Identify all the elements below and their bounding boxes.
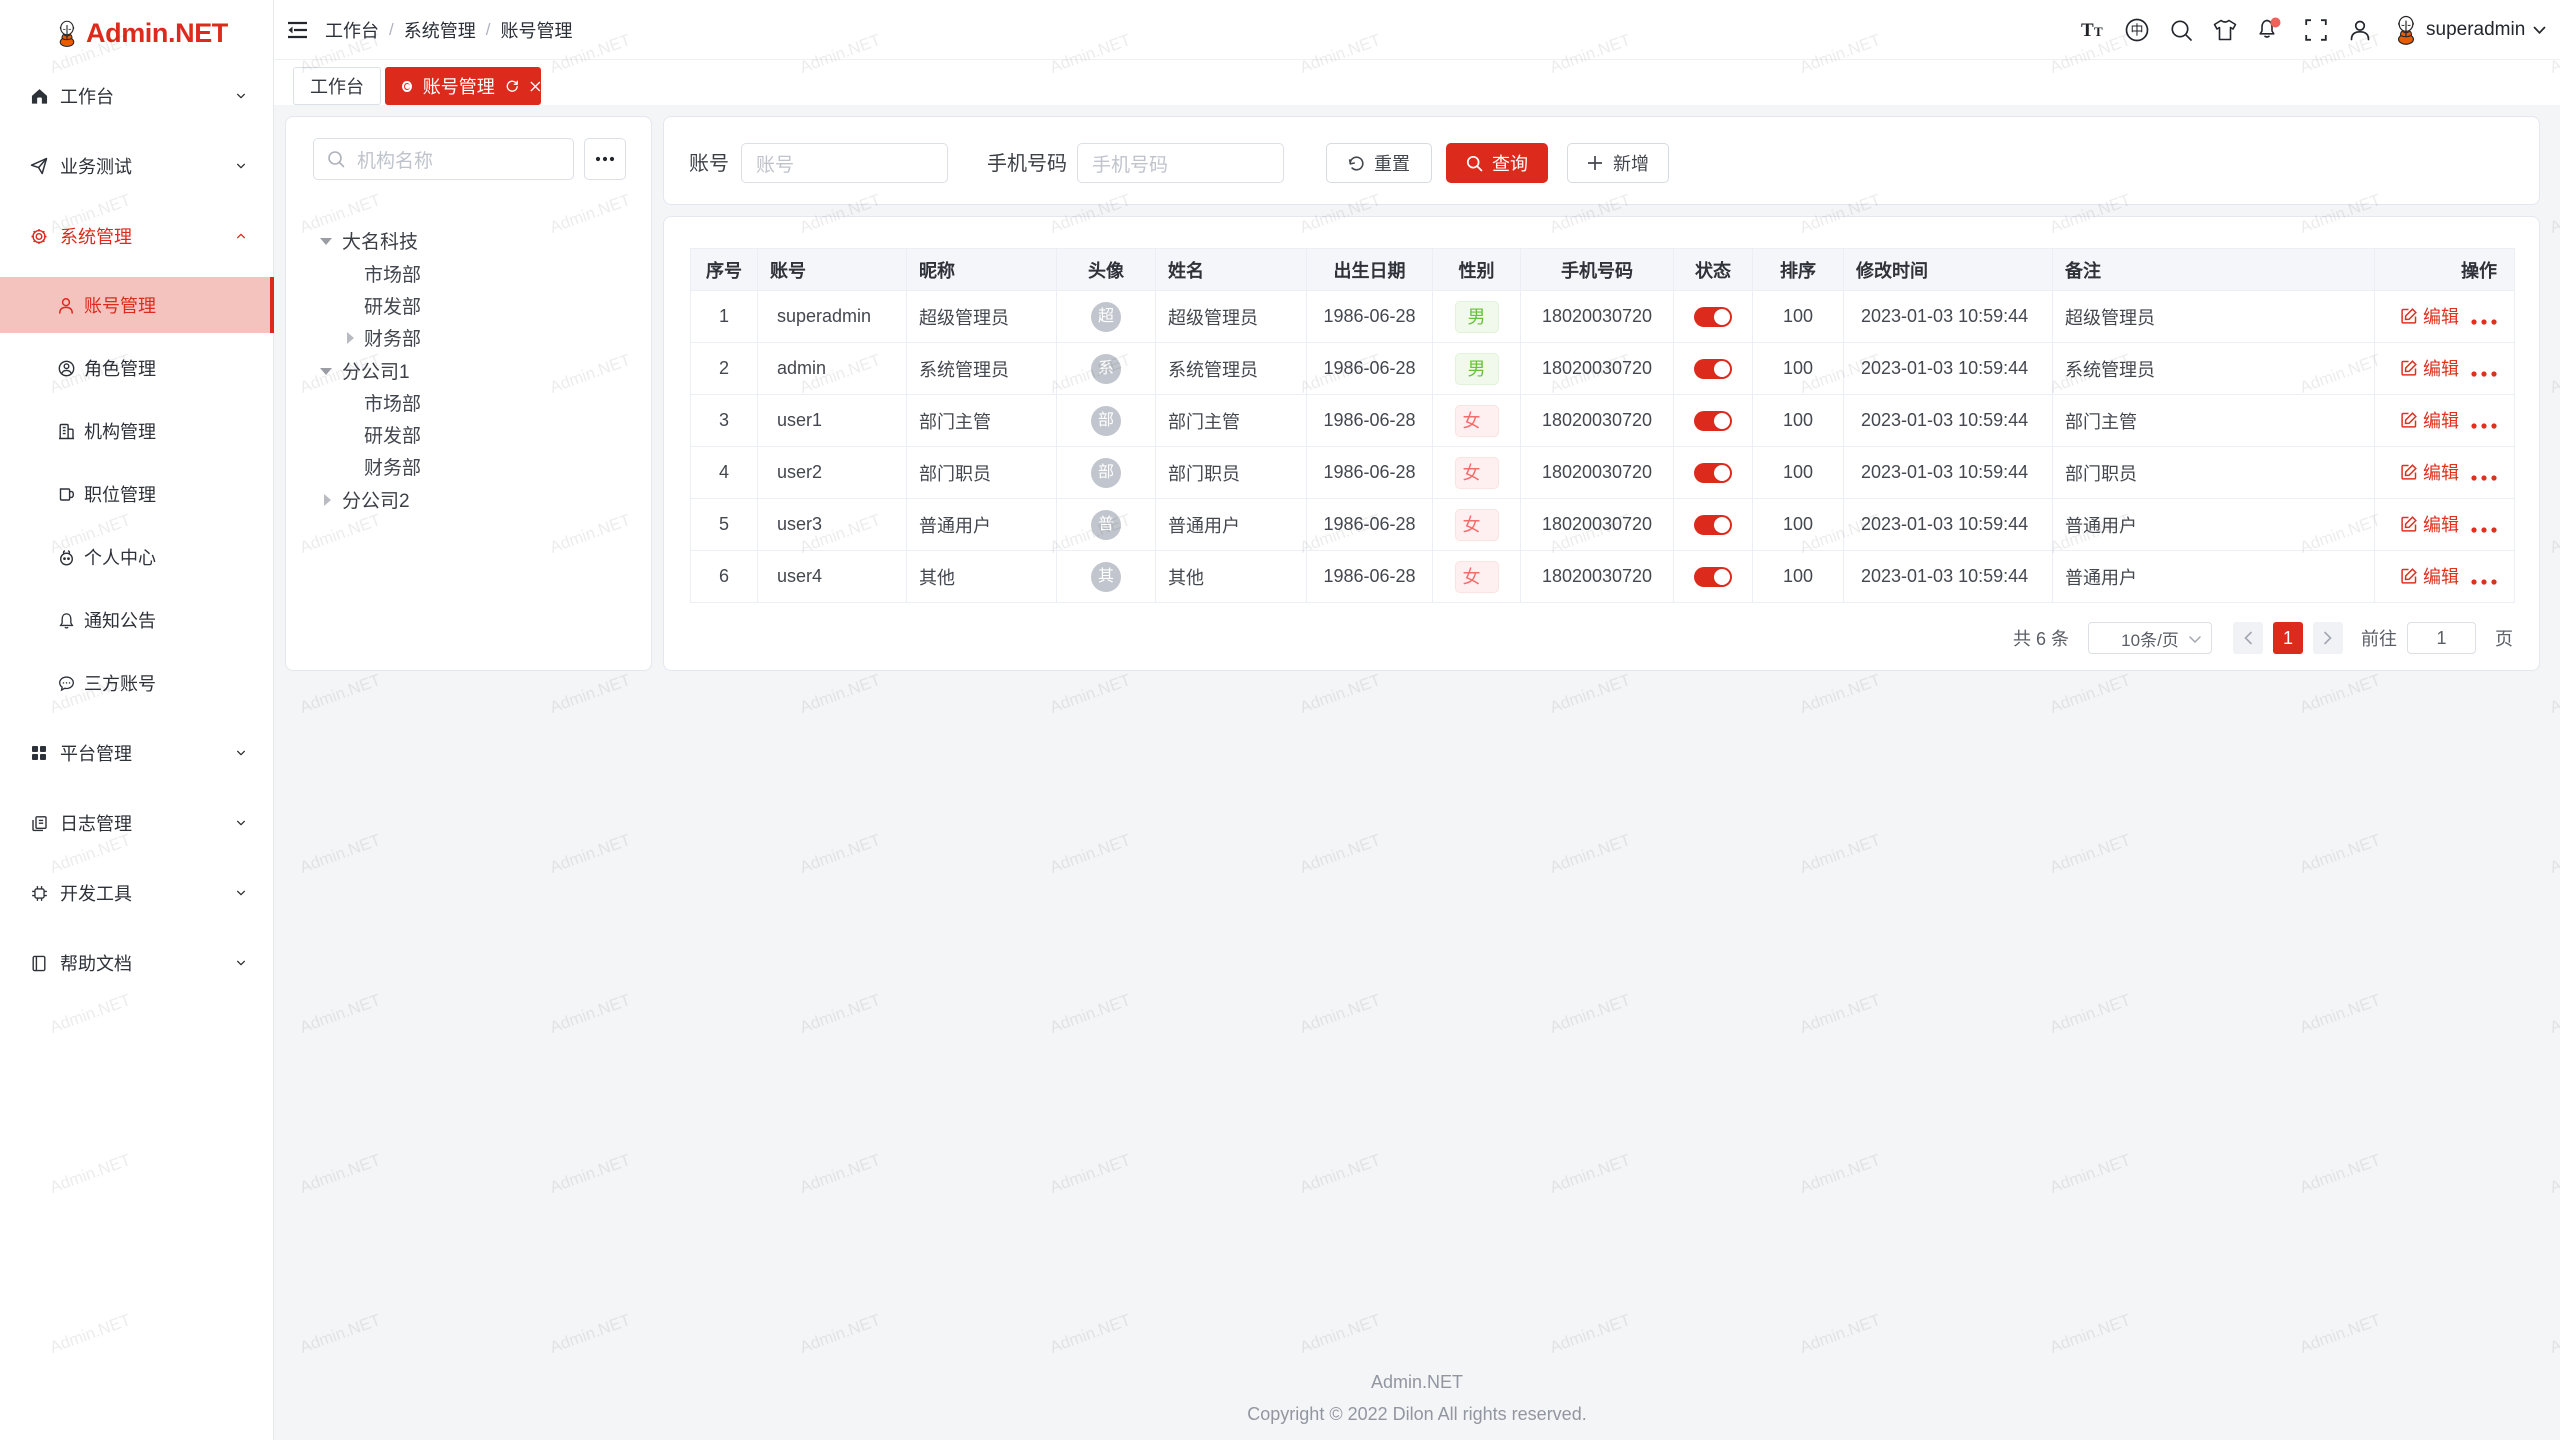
svg-text:T: T [2081,20,2094,40]
svg-text:中: 中 [2130,23,2143,38]
svg-text:T: T [2094,24,2103,39]
